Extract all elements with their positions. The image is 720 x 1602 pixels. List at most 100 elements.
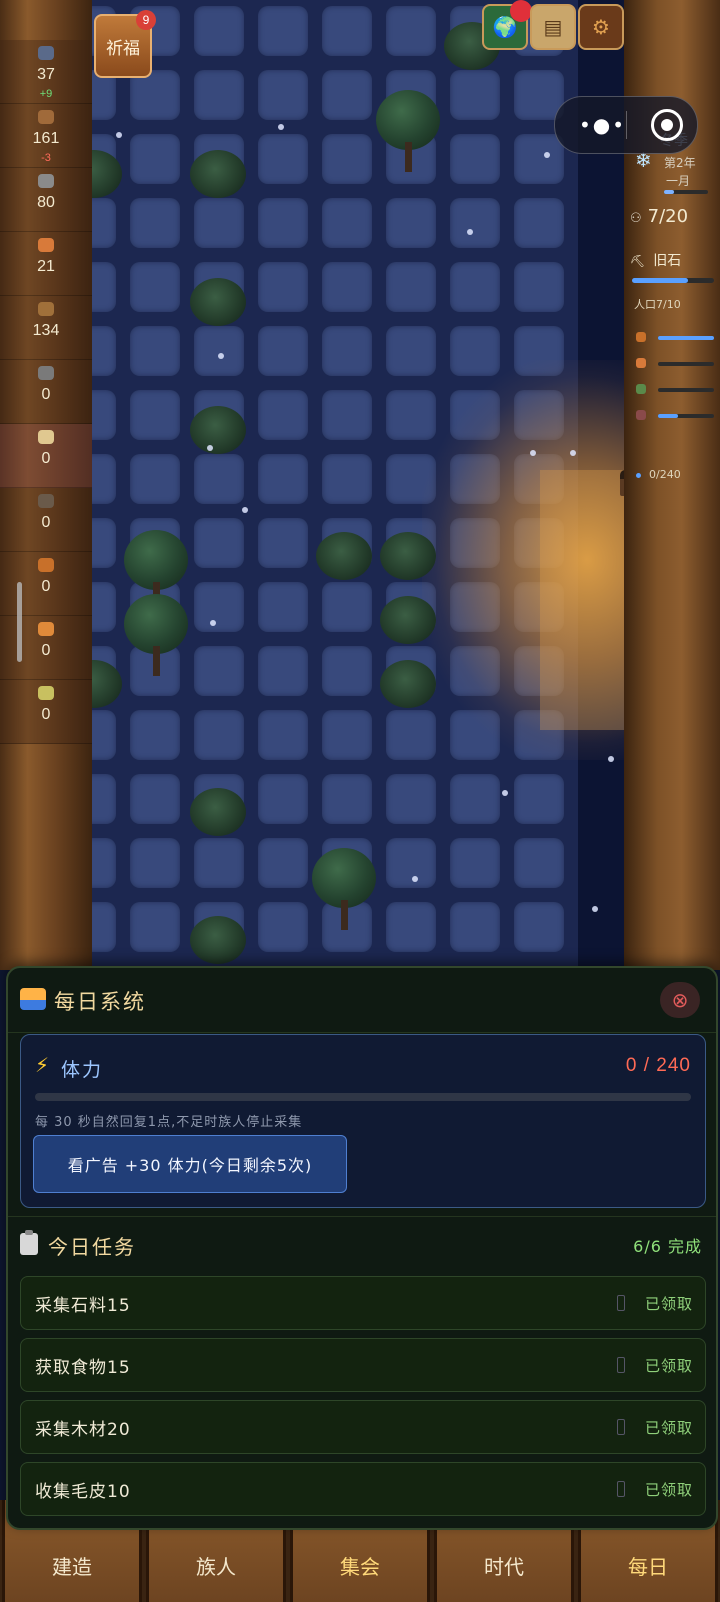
ground-tile (258, 326, 308, 376)
lightning-icon: ⚡ (35, 1053, 50, 1077)
ground-tile (130, 838, 180, 888)
task-item[interactable]: 获取食物15 已领取 (20, 1338, 706, 1392)
resource-item[interactable]: 21 (0, 232, 92, 296)
task-item[interactable]: 收集毛皮10 已领取 (20, 1462, 706, 1516)
mini-resource-bar (636, 384, 714, 398)
ground-tile (130, 902, 180, 952)
resource-item[interactable]: 0 (0, 360, 92, 424)
gear-icon: ⚙ (592, 15, 610, 39)
ground-tile (258, 582, 308, 632)
task-item[interactable]: 采集石料15 已领取 (20, 1276, 706, 1330)
people-icon: ⚇ (630, 211, 642, 226)
task-name: 收集毛皮10 (35, 1482, 131, 1502)
ground-tile (92, 326, 116, 376)
bush[interactable] (380, 596, 436, 644)
tree[interactable] (376, 90, 440, 172)
snowflake (218, 353, 224, 359)
ground-tile (514, 134, 564, 184)
bush[interactable] (190, 788, 246, 836)
ground-tile (258, 198, 308, 248)
bush[interactable] (190, 150, 246, 198)
resource-icon (38, 558, 54, 572)
nav-label: 族人 (196, 1555, 236, 1579)
resource-list: 37 +9 161 -3 80 21 134 0 0 0 0 0 0 (0, 40, 92, 744)
ground-tile (194, 326, 244, 376)
resource-scrollbar[interactable] (17, 582, 22, 662)
ground-tile (258, 70, 308, 120)
ground-tile (130, 390, 180, 440)
bush[interactable] (380, 660, 436, 708)
bush[interactable] (316, 532, 372, 580)
stamina-label: 体力 (61, 1059, 104, 1081)
ground-tile (194, 454, 244, 504)
more-menu-icon[interactable]: •●• (579, 113, 626, 137)
mini-resource-bar (636, 358, 714, 372)
resource-value: 0 (41, 450, 51, 467)
ground-tile (450, 902, 500, 952)
resource-item[interactable]: 161 -3 (0, 104, 92, 168)
resource-item[interactable]: 0 (0, 488, 92, 552)
resource-icon (38, 302, 54, 316)
ground-tile (258, 6, 308, 56)
ground-tile (92, 710, 116, 760)
snowflake (570, 450, 576, 456)
resource-item[interactable]: 0 (0, 680, 92, 744)
bush[interactable] (190, 406, 246, 454)
bush[interactable] (92, 150, 122, 198)
resource-item[interactable]: 37 +9 (0, 40, 92, 104)
resource-value: 21 (37, 258, 55, 275)
bush[interactable] (190, 278, 246, 326)
bush[interactable] (380, 532, 436, 580)
resource-item[interactable]: 0 (0, 616, 92, 680)
task-item[interactable]: 采集木材20 已领取 (20, 1400, 706, 1454)
ground-tile (514, 902, 564, 952)
ground-tile (194, 518, 244, 568)
ground-tile (130, 454, 180, 504)
tree[interactable] (312, 848, 376, 930)
game-map[interactable] (92, 0, 624, 970)
ground-tile (322, 6, 372, 56)
resource-item[interactable]: 0 (0, 424, 92, 488)
ground-tile (92, 774, 116, 824)
pray-button[interactable]: 祈福 9 (94, 10, 156, 78)
watch-ad-button[interactable]: 看广告 +30 体力(今日剩余5次) (33, 1135, 347, 1193)
ground-tile (258, 262, 308, 312)
ground-tile (258, 902, 308, 952)
ground-tile (92, 518, 116, 568)
close-miniprogram-icon[interactable] (651, 109, 683, 141)
bush[interactable] (92, 660, 122, 708)
bush[interactable] (190, 916, 246, 964)
ground-tile (322, 710, 372, 760)
ground-tile (450, 134, 500, 184)
ground-tile (386, 838, 436, 888)
resource-item[interactable]: 134 (0, 296, 92, 360)
task-state: 已领取 (644, 1295, 693, 1313)
resource-icon (38, 238, 54, 252)
stamina-bar (35, 1093, 691, 1101)
ground-tile (92, 454, 116, 504)
stamina-dot-icon (636, 473, 641, 478)
ground-tile (386, 902, 436, 952)
ground-tile (258, 390, 308, 440)
notification-dot (510, 0, 532, 22)
season-progress (664, 190, 708, 194)
claimed-icon (617, 1481, 625, 1497)
resource-item[interactable]: 0 (0, 552, 92, 616)
tree[interactable] (124, 594, 188, 676)
sunrise-icon (20, 988, 46, 1010)
task-name: 获取食物15 (35, 1358, 131, 1378)
ground-tile (92, 262, 116, 312)
pray-label: 祈福 (106, 38, 140, 59)
tasks-title: 今日任务 (48, 1235, 136, 1259)
ground-tile (194, 646, 244, 696)
snowflake (116, 132, 122, 138)
settings-button[interactable]: ⚙ (578, 4, 624, 50)
mini-stamina: 0/240 (636, 468, 681, 481)
ground-tile (450, 838, 500, 888)
mini-resource-icon (636, 384, 646, 394)
map-scroll-button[interactable]: ▤ (530, 4, 576, 50)
resource-item[interactable]: 80 (0, 168, 92, 232)
snowflake (530, 450, 536, 456)
close-button[interactable]: ⊗ (660, 982, 700, 1018)
tasks-header: 今日任务 6/6 完成 (8, 1216, 716, 1267)
